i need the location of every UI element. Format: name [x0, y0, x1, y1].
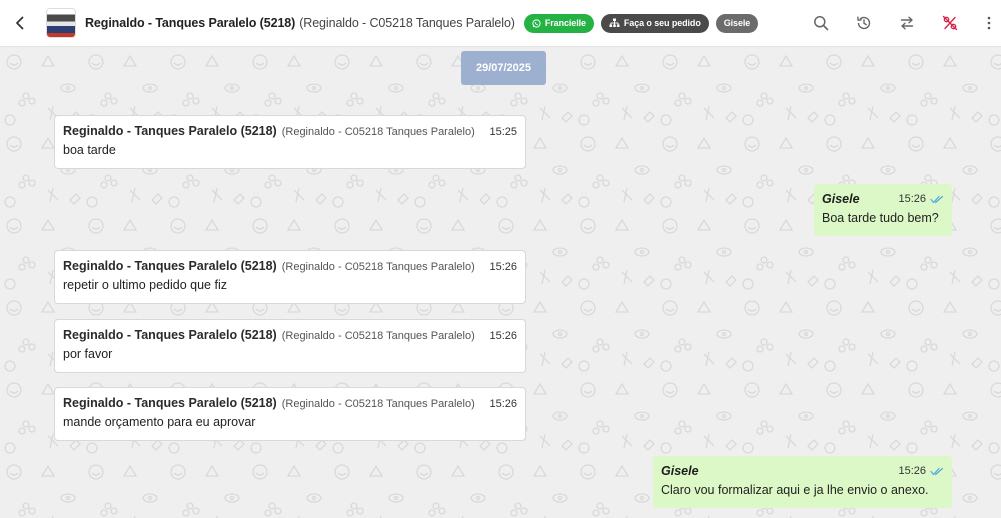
history-icon [857, 16, 871, 30]
message-sender: Gisele [661, 464, 699, 478]
read-receipt-icon [930, 467, 944, 476]
read-receipt-icon [930, 195, 944, 204]
message-time: 15:26 [489, 398, 517, 410]
tag-label: Francielle [544, 18, 586, 28]
back-button[interactable] [0, 0, 40, 47]
message-sender: Reginaldo - Tanques Paralelo (5218) [63, 396, 277, 410]
message-sender: Gisele [822, 192, 860, 206]
message-incoming[interactable]: Reginaldo - Tanques Paralelo (5218) (Reg… [54, 387, 526, 441]
tag-flow-pedido[interactable]: Faça o seu pedido [600, 13, 709, 33]
message-outgoing[interactable]: Gisele 15:26 Claro vou formalizar aqui e… [653, 456, 952, 508]
contact-name: Reginaldo - Tanques Paralelo (5218) [85, 16, 296, 30]
sitemap-icon [609, 18, 620, 27]
tag-label: Gisele [723, 18, 751, 28]
message-text: por favor [63, 347, 113, 361]
message-incoming[interactable]: Reginaldo - Tanques Paralelo (5218) (Reg… [54, 250, 526, 304]
search-button[interactable] [810, 12, 832, 34]
more-options-button[interactable] [982, 12, 996, 34]
message-time: 15:26 [489, 330, 517, 342]
message-sender-subtitle: (Reginaldo - C05218 Tanques Paralelo) [281, 126, 475, 138]
transfer-button[interactable] [896, 12, 918, 34]
message-outgoing[interactable]: Gisele 15:26 Boa tarde tudo bem? [814, 184, 952, 236]
message-text: mande orçamento para eu aprovar [63, 415, 256, 429]
date-separator: 29/07/2025 [461, 51, 546, 85]
message-sender-subtitle: (Reginaldo - C05218 Tanques Paralelo) [281, 261, 475, 273]
history-button[interactable] [853, 12, 875, 34]
transfer-icon [900, 16, 914, 30]
tag-agent-francielle[interactable]: Francielle [523, 13, 594, 33]
message-text: Boa tarde tudo bem? [822, 211, 939, 225]
message-time: 15:26 [898, 193, 926, 205]
message-sender: Reginaldo - Tanques Paralelo (5218) [63, 259, 277, 273]
search-icon [814, 16, 829, 31]
message-sender-subtitle: (Reginaldo - C05218 Tanques Paralelo) [281, 330, 475, 342]
message-incoming[interactable]: Reginaldo - Tanques Paralelo (5218) (Reg… [54, 319, 526, 373]
tag-label: Faça o seu pedido [623, 18, 701, 28]
message-time: 15:26 [898, 465, 926, 477]
message-text: repetir o ultimo pedido que fiz [63, 278, 227, 292]
discount-off-button[interactable] [939, 12, 961, 34]
message-sender-subtitle: (Reginaldo - C05218 Tanques Paralelo) [281, 398, 475, 410]
message-time: 15:25 [489, 126, 517, 138]
contact-subtitle: (Reginaldo - C05218 Tanques Paralelo) [299, 16, 515, 30]
contact-title[interactable]: Reginaldo - Tanques Paralelo (5218) (Reg… [85, 16, 515, 30]
contact-avatar[interactable] [46, 8, 76, 38]
tag-user-gisele[interactable]: Gisele [715, 13, 759, 33]
chat-header: Reginaldo - Tanques Paralelo (5218) (Reg… [0, 0, 1001, 47]
percent-off-icon [942, 15, 958, 31]
message-text: Claro vou formalizar aqui e ja lhe envio… [661, 483, 929, 497]
chat-area[interactable]: 29/07/2025 Reginaldo - Tanques Paralelo … [0, 48, 1001, 518]
message-incoming[interactable]: Reginaldo - Tanques Paralelo (5218) (Reg… [54, 115, 526, 169]
more-vertical-icon [987, 16, 991, 30]
message-time: 15:26 [489, 261, 517, 273]
message-text: boa tarde [63, 143, 116, 157]
whatsapp-icon [532, 18, 541, 28]
chevron-left-icon [16, 16, 24, 30]
message-sender: Reginaldo - Tanques Paralelo (5218) [63, 124, 277, 138]
message-sender: Reginaldo - Tanques Paralelo (5218) [63, 328, 277, 342]
